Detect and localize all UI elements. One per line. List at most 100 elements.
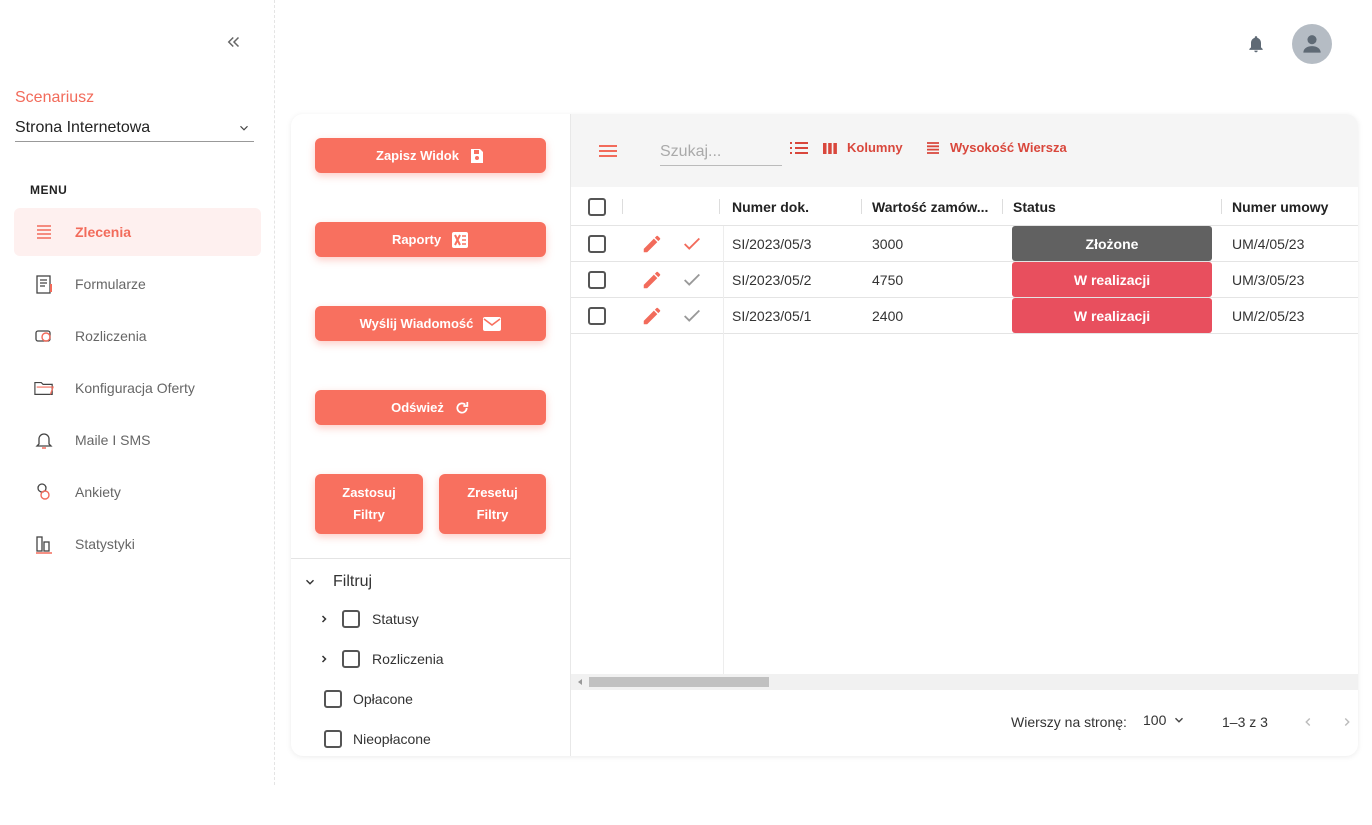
reset-filters-button[interactable]: Zresetuj Filtry: [439, 474, 546, 534]
grid-toolbar: Szukaj... Kolumny Wysokość Wiersza: [571, 114, 1358, 187]
column-separator[interactable]: [1221, 199, 1222, 214]
pagination: Wierszy na stronę: 100 1–3 z 3: [571, 690, 1358, 756]
scenario-label: Scenariusz: [15, 89, 95, 106]
select-all-checkbox-cell[interactable]: [588, 187, 606, 226]
table-row[interactable]: SI/2023/05/3 3000 Złożone UM/4/05/23: [571, 226, 1358, 262]
save-view-label: Zapisz Widok: [376, 147, 459, 163]
filter-title: Filtruj: [333, 573, 373, 590]
horizontal-scrollbar[interactable]: [571, 674, 1358, 690]
clipboard-icon: [34, 274, 54, 294]
reports-button[interactable]: Raporty: [315, 222, 546, 257]
user-icon: [1303, 35, 1321, 53]
chevron-right-icon[interactable]: [318, 653, 330, 665]
apply-filters-button[interactable]: Zastosuj Filtry: [315, 474, 423, 534]
sidebar-item-statystyki[interactable]: Statystyki: [14, 520, 261, 568]
header-status[interactable]: Status: [1013, 187, 1056, 226]
bell-icon: [34, 430, 54, 450]
rows-per-page-value: 100: [1143, 712, 1167, 728]
checkbox[interactable]: [342, 610, 360, 628]
sidebar-item-konfiguracja[interactable]: Konfiguracja Oferty: [14, 364, 261, 412]
header-order-value[interactable]: Wartość zamów...: [872, 187, 988, 226]
user-avatar[interactable]: [1292, 24, 1332, 64]
refresh-button[interactable]: Odśwież: [315, 390, 546, 425]
filter-toggle[interactable]: Filtruj: [303, 569, 372, 595]
header-doc-number[interactable]: Numer dok.: [732, 187, 809, 226]
density-button[interactable]: [789, 140, 818, 156]
mail-icon: [483, 316, 502, 331]
header-contract-number[interactable]: Numer umowy: [1232, 187, 1328, 226]
menu-icon[interactable]: [597, 142, 619, 165]
divider: [291, 558, 571, 559]
status-badge: W realizacji: [1012, 262, 1212, 297]
checkbox[interactable]: [342, 650, 360, 668]
scenario-select[interactable]: Strona Internetowa: [15, 115, 254, 142]
contract-number-cell: UM/4/05/23: [1232, 236, 1305, 252]
row-height-button[interactable]: Wysokość Wiersza: [925, 140, 1067, 155]
column-separator[interactable]: [622, 199, 623, 214]
filter-item-rozliczenia[interactable]: Rozliczenia: [318, 649, 444, 669]
chevron-down-icon: [1175, 717, 1184, 723]
edit-icon[interactable]: [641, 298, 663, 334]
chevron-right-icon[interactable]: [318, 613, 330, 625]
status-badge: Złożone: [1012, 226, 1212, 261]
menu-title: MENU: [30, 183, 68, 197]
approve-check-icon[interactable]: [681, 298, 703, 334]
data-grid: Szukaj... Kolumny Wysokość Wiersza Numer…: [571, 114, 1358, 756]
approve-check-icon[interactable]: [681, 226, 703, 262]
sidebar-item-formularze[interactable]: Formularze: [14, 260, 261, 308]
column-separator[interactable]: [861, 199, 862, 214]
sidebar-item-label: Rozliczenia: [75, 328, 147, 344]
sidebar-item-maile[interactable]: Maile I SMS: [14, 416, 261, 464]
checkbox[interactable]: [324, 730, 342, 748]
sidebar-item-ankiety[interactable]: Ankiety: [14, 468, 261, 516]
apply-filters-label: Zastosuj Filtry: [342, 485, 396, 522]
sidebar-item-label: Statystyki: [75, 536, 135, 552]
row-checkbox[interactable]: [588, 235, 606, 253]
notifications-bell-icon[interactable]: [1246, 34, 1266, 54]
row-checkbox[interactable]: [588, 271, 606, 289]
prev-page-icon[interactable]: [1301, 715, 1315, 729]
sidebar-item-label: Zlecenia: [75, 224, 132, 240]
doc-number-cell: SI/2023/05/3: [732, 236, 812, 252]
filter-label: Rozliczenia: [372, 651, 444, 667]
scenario-value: Strona Internetowa: [15, 119, 151, 136]
approve-check-icon[interactable]: [681, 262, 703, 298]
order-value-cell: 3000: [872, 236, 904, 252]
column-separator[interactable]: [719, 199, 720, 214]
collapse-sidebar-icon[interactable]: [222, 30, 246, 54]
page-range: 1–3 z 3: [1222, 714, 1268, 730]
select-all-checkbox[interactable]: [588, 197, 606, 216]
edit-icon[interactable]: [641, 262, 663, 298]
excel-icon: [452, 231, 469, 248]
search-input[interactable]: Szukaj...: [660, 138, 782, 166]
save-view-button[interactable]: Zapisz Widok: [315, 138, 546, 173]
row-height-icon: [927, 141, 939, 154]
sidebar-item-label: Konfiguracja Oferty: [75, 380, 195, 396]
status-badge: W realizacji: [1012, 298, 1212, 333]
chevron-down-icon: [306, 579, 314, 585]
scrollbar-thumb[interactable]: [589, 677, 769, 687]
column-separator[interactable]: [1002, 199, 1003, 214]
table-row[interactable]: SI/2023/05/2 4750 W realizacji UM/3/05/2…: [571, 262, 1358, 298]
folder-icon: [34, 378, 54, 398]
refresh-icon: [456, 401, 469, 414]
table-row[interactable]: SI/2023/05/1 2400 W realizacji UM/2/05/2…: [571, 298, 1358, 334]
columns-button[interactable]: Kolumny: [822, 140, 903, 155]
filter-label: Opłacone: [353, 691, 413, 707]
sidebar-item-label: Ankiety: [75, 484, 121, 500]
rows-per-page-select[interactable]: 100: [1143, 712, 1186, 728]
sidebar-item-zlecenia[interactable]: Zlecenia: [14, 208, 261, 256]
table-header: Numer dok. Wartość zamów... Status Numer…: [571, 187, 1358, 226]
edit-icon[interactable]: [641, 226, 663, 262]
sidebar: Scenariusz Strona Internetowa MENU Zlece…: [0, 0, 275, 785]
contract-number-cell: UM/3/05/23: [1232, 272, 1305, 288]
filter-item-oplacone[interactable]: Opłacone: [324, 689, 413, 709]
sidebar-item-rozliczenia[interactable]: Rozliczenia: [14, 312, 261, 360]
scroll-left-icon[interactable]: [576, 678, 584, 686]
filter-item-statusy[interactable]: Statusy: [318, 609, 419, 629]
filter-item-nieoplacone[interactable]: Nieopłacone: [324, 729, 431, 749]
row-checkbox[interactable]: [588, 307, 606, 325]
checkbox[interactable]: [324, 690, 342, 708]
send-message-button[interactable]: Wyślij Wiadomość: [315, 306, 546, 341]
next-page-icon[interactable]: [1340, 715, 1354, 729]
